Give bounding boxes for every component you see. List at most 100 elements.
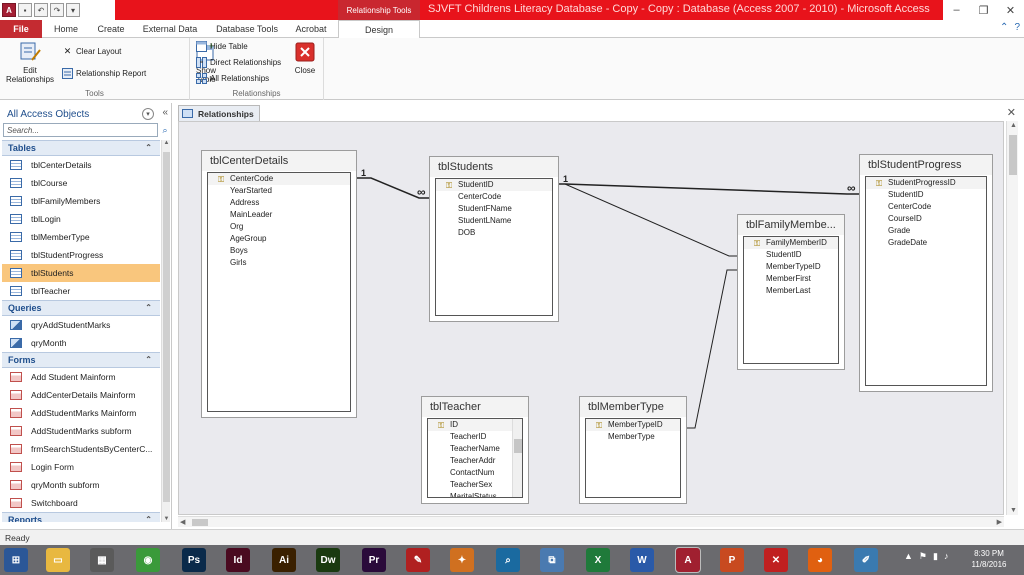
tab-database-tools[interactable]: Database Tools xyxy=(208,20,286,38)
table-field[interactable]: MemberFirst xyxy=(744,273,838,285)
table-tblStudentProgress[interactable]: tblStudentProgress ⚿ StudentProgressID Stu… xyxy=(859,154,993,392)
scroll-left-arrow[interactable]: ◀ xyxy=(180,518,185,526)
table-title[interactable]: tblCenterDetails xyxy=(202,151,356,171)
scroll-down-arrow[interactable]: ▼ xyxy=(162,516,171,522)
scroll-thumb[interactable] xyxy=(514,439,522,453)
collapse-pane-icon[interactable]: « xyxy=(162,107,168,118)
nav-item[interactable]: qryAddStudentMarks xyxy=(2,316,160,334)
powerpoint-icon[interactable]: P xyxy=(720,548,744,572)
table-field[interactable]: YearStarted xyxy=(208,185,350,197)
chevron-up-icon[interactable]: ⌃ xyxy=(145,355,152,364)
chevron-up-icon[interactable]: ⌃ xyxy=(145,303,152,312)
undo-icon[interactable]: ↶ xyxy=(34,3,48,17)
table-tblMemberType[interactable]: tblMemberType ⚿ MemberTypeID MemberType xyxy=(579,396,687,504)
nav-item[interactable]: tblStudents xyxy=(2,264,160,282)
tab-design[interactable]: Design xyxy=(338,20,420,39)
nav-item[interactable]: Switchboard xyxy=(2,494,160,512)
clear-layout-button[interactable]: ✕ Clear Layout xyxy=(62,46,122,57)
tab-file[interactable]: File xyxy=(0,20,42,38)
nav-section-tables[interactable]: Tables ⌃ xyxy=(2,140,160,156)
scroll-right-arrow[interactable]: ▶ xyxy=(997,518,1002,526)
volume-icon[interactable]: ♪ xyxy=(944,551,949,562)
tray-arrow-icon[interactable]: ▲ xyxy=(904,551,913,562)
table-field[interactable]: MemberLast xyxy=(744,285,838,297)
scroll-up-arrow[interactable]: ▲ xyxy=(162,140,171,146)
chevron-down-icon[interactable]: ▾ xyxy=(142,108,154,120)
table-field[interactable]: ⚿ CenterCode xyxy=(208,173,350,185)
table-field[interactable]: TeacherAddr xyxy=(428,455,522,467)
table-title[interactable]: tblStudents xyxy=(430,157,558,177)
direct-relationships-button[interactable]: Direct Relationships xyxy=(196,57,281,68)
tab-home[interactable]: Home xyxy=(46,20,86,38)
table-field[interactable]: ⚿ ID xyxy=(428,419,522,431)
table-field[interactable]: CourseID xyxy=(866,213,986,225)
chrome-icon[interactable]: ◉ xyxy=(136,548,160,572)
table-field[interactable]: Address xyxy=(208,197,350,209)
nav-item[interactable]: AddCenterDetails Mainform xyxy=(2,386,160,404)
all-relationships-button[interactable]: All Relationships xyxy=(196,73,269,84)
help-icon[interactable]: ? xyxy=(1014,22,1020,33)
table-field[interactable]: Boys xyxy=(208,245,350,257)
scroll-thumb[interactable] xyxy=(192,519,208,526)
nav-pane-header[interactable]: All Access Objects ▾ « xyxy=(2,105,172,123)
table-field[interactable]: StudentLName xyxy=(436,215,552,227)
table-field[interactable]: ⚿ StudentID xyxy=(436,179,552,191)
customize-qat-icon[interactable]: ▾ xyxy=(66,3,80,17)
table-tblFamilyMembers[interactable]: tblFamilyMembe... ⚿ FamilyMemberID Student… xyxy=(737,214,845,370)
field-list[interactable]: ⚿ FamilyMemberID StudentID MemberTypeID Memb… xyxy=(743,236,839,364)
file-explorer-icon[interactable]: ▭ xyxy=(46,548,70,572)
field-list[interactable]: ⚿ MemberTypeID MemberType xyxy=(585,418,681,498)
table-title[interactable]: tblTeacher xyxy=(422,397,528,417)
nav-item[interactable]: tblCenterDetails xyxy=(2,156,160,174)
flag-icon[interactable]: ⚑ xyxy=(919,551,927,562)
save-icon[interactable]: ▪ xyxy=(18,3,32,17)
table-field[interactable]: AgeGroup xyxy=(208,233,350,245)
premiere-icon[interactable]: Pr xyxy=(362,548,386,572)
paint-icon[interactable]: ✐ xyxy=(854,548,878,572)
nav-item[interactable]: tblStudentProgress xyxy=(2,246,160,264)
relationships-canvas[interactable]: 1 ∞ 1 ∞ tblCenterDetails ⚿ CenterCode Year… xyxy=(178,121,1004,515)
nav-item[interactable]: Add Student Mainform xyxy=(2,368,160,386)
relationship-report-button[interactable]: Relationship Report xyxy=(62,68,146,79)
nav-item[interactable]: tblFamilyMembers xyxy=(2,192,160,210)
nav-item[interactable]: AddStudentMarks subform xyxy=(2,422,160,440)
start-icon[interactable]: ⊞ xyxy=(4,548,28,572)
table-field[interactable]: Grade xyxy=(866,225,986,237)
table-tblCenterDetails[interactable]: tblCenterDetails ⚿ CenterCode YearStarted A… xyxy=(201,150,357,418)
close-relationships-button[interactable]: Close xyxy=(290,40,320,75)
search-app-icon[interactable]: ⌕ xyxy=(496,548,520,572)
access-app-icon[interactable]: A xyxy=(2,3,16,17)
table-field[interactable]: MemberType xyxy=(586,431,680,443)
nav-item[interactable]: tblLogin xyxy=(2,210,160,228)
table-field[interactable]: MainLeader xyxy=(208,209,350,221)
field-list[interactable]: ⚿ StudentProgressID StudentID CenterCode Cou… xyxy=(865,176,987,386)
illustrator-icon[interactable]: Ai xyxy=(272,548,296,572)
table-field[interactable]: StudentFName xyxy=(436,203,552,215)
nav-scrollbar[interactable]: ▲ ▼ xyxy=(161,140,170,522)
table-field[interactable]: StudentID xyxy=(866,189,986,201)
table-title[interactable]: tblStudentProgress xyxy=(860,155,992,175)
table-field[interactable]: ⚿ MemberTypeID xyxy=(586,419,680,431)
table-field[interactable]: ⚿ StudentProgressID xyxy=(866,177,986,189)
network-app-icon[interactable]: ⧉ xyxy=(540,548,564,572)
nav-item[interactable]: Login Form xyxy=(2,458,160,476)
tab-external-data[interactable]: External Data xyxy=(136,20,204,38)
tab-create[interactable]: Create xyxy=(90,20,132,38)
hide-table-button[interactable]: Hide Table xyxy=(196,41,248,52)
access-icon[interactable]: A xyxy=(675,547,701,573)
nav-section-queries[interactable]: Queries ⌃ xyxy=(2,300,160,316)
nav-item[interactable]: qryMonth xyxy=(2,334,160,352)
minimize-button[interactable]: – xyxy=(943,0,970,20)
close-window-button[interactable]: ✕ xyxy=(997,0,1024,20)
table-field[interactable]: CenterCode xyxy=(866,201,986,213)
table-title[interactable]: tblMemberType xyxy=(580,397,686,417)
nav-item[interactable]: frmSearchStudentsByCenterC... xyxy=(2,440,160,458)
table-field[interactable]: CenterCode xyxy=(436,191,552,203)
table-field[interactable]: ContactNum xyxy=(428,467,522,479)
nav-item[interactable]: tblMemberType xyxy=(2,228,160,246)
scroll-thumb[interactable] xyxy=(163,152,170,502)
calculator-icon[interactable]: ▦ xyxy=(90,548,114,572)
table-field[interactable]: TeacherSex xyxy=(428,479,522,491)
app-red-x-icon[interactable]: ✕ xyxy=(764,548,788,572)
app-orange-icon[interactable]: ✦ xyxy=(450,548,474,572)
